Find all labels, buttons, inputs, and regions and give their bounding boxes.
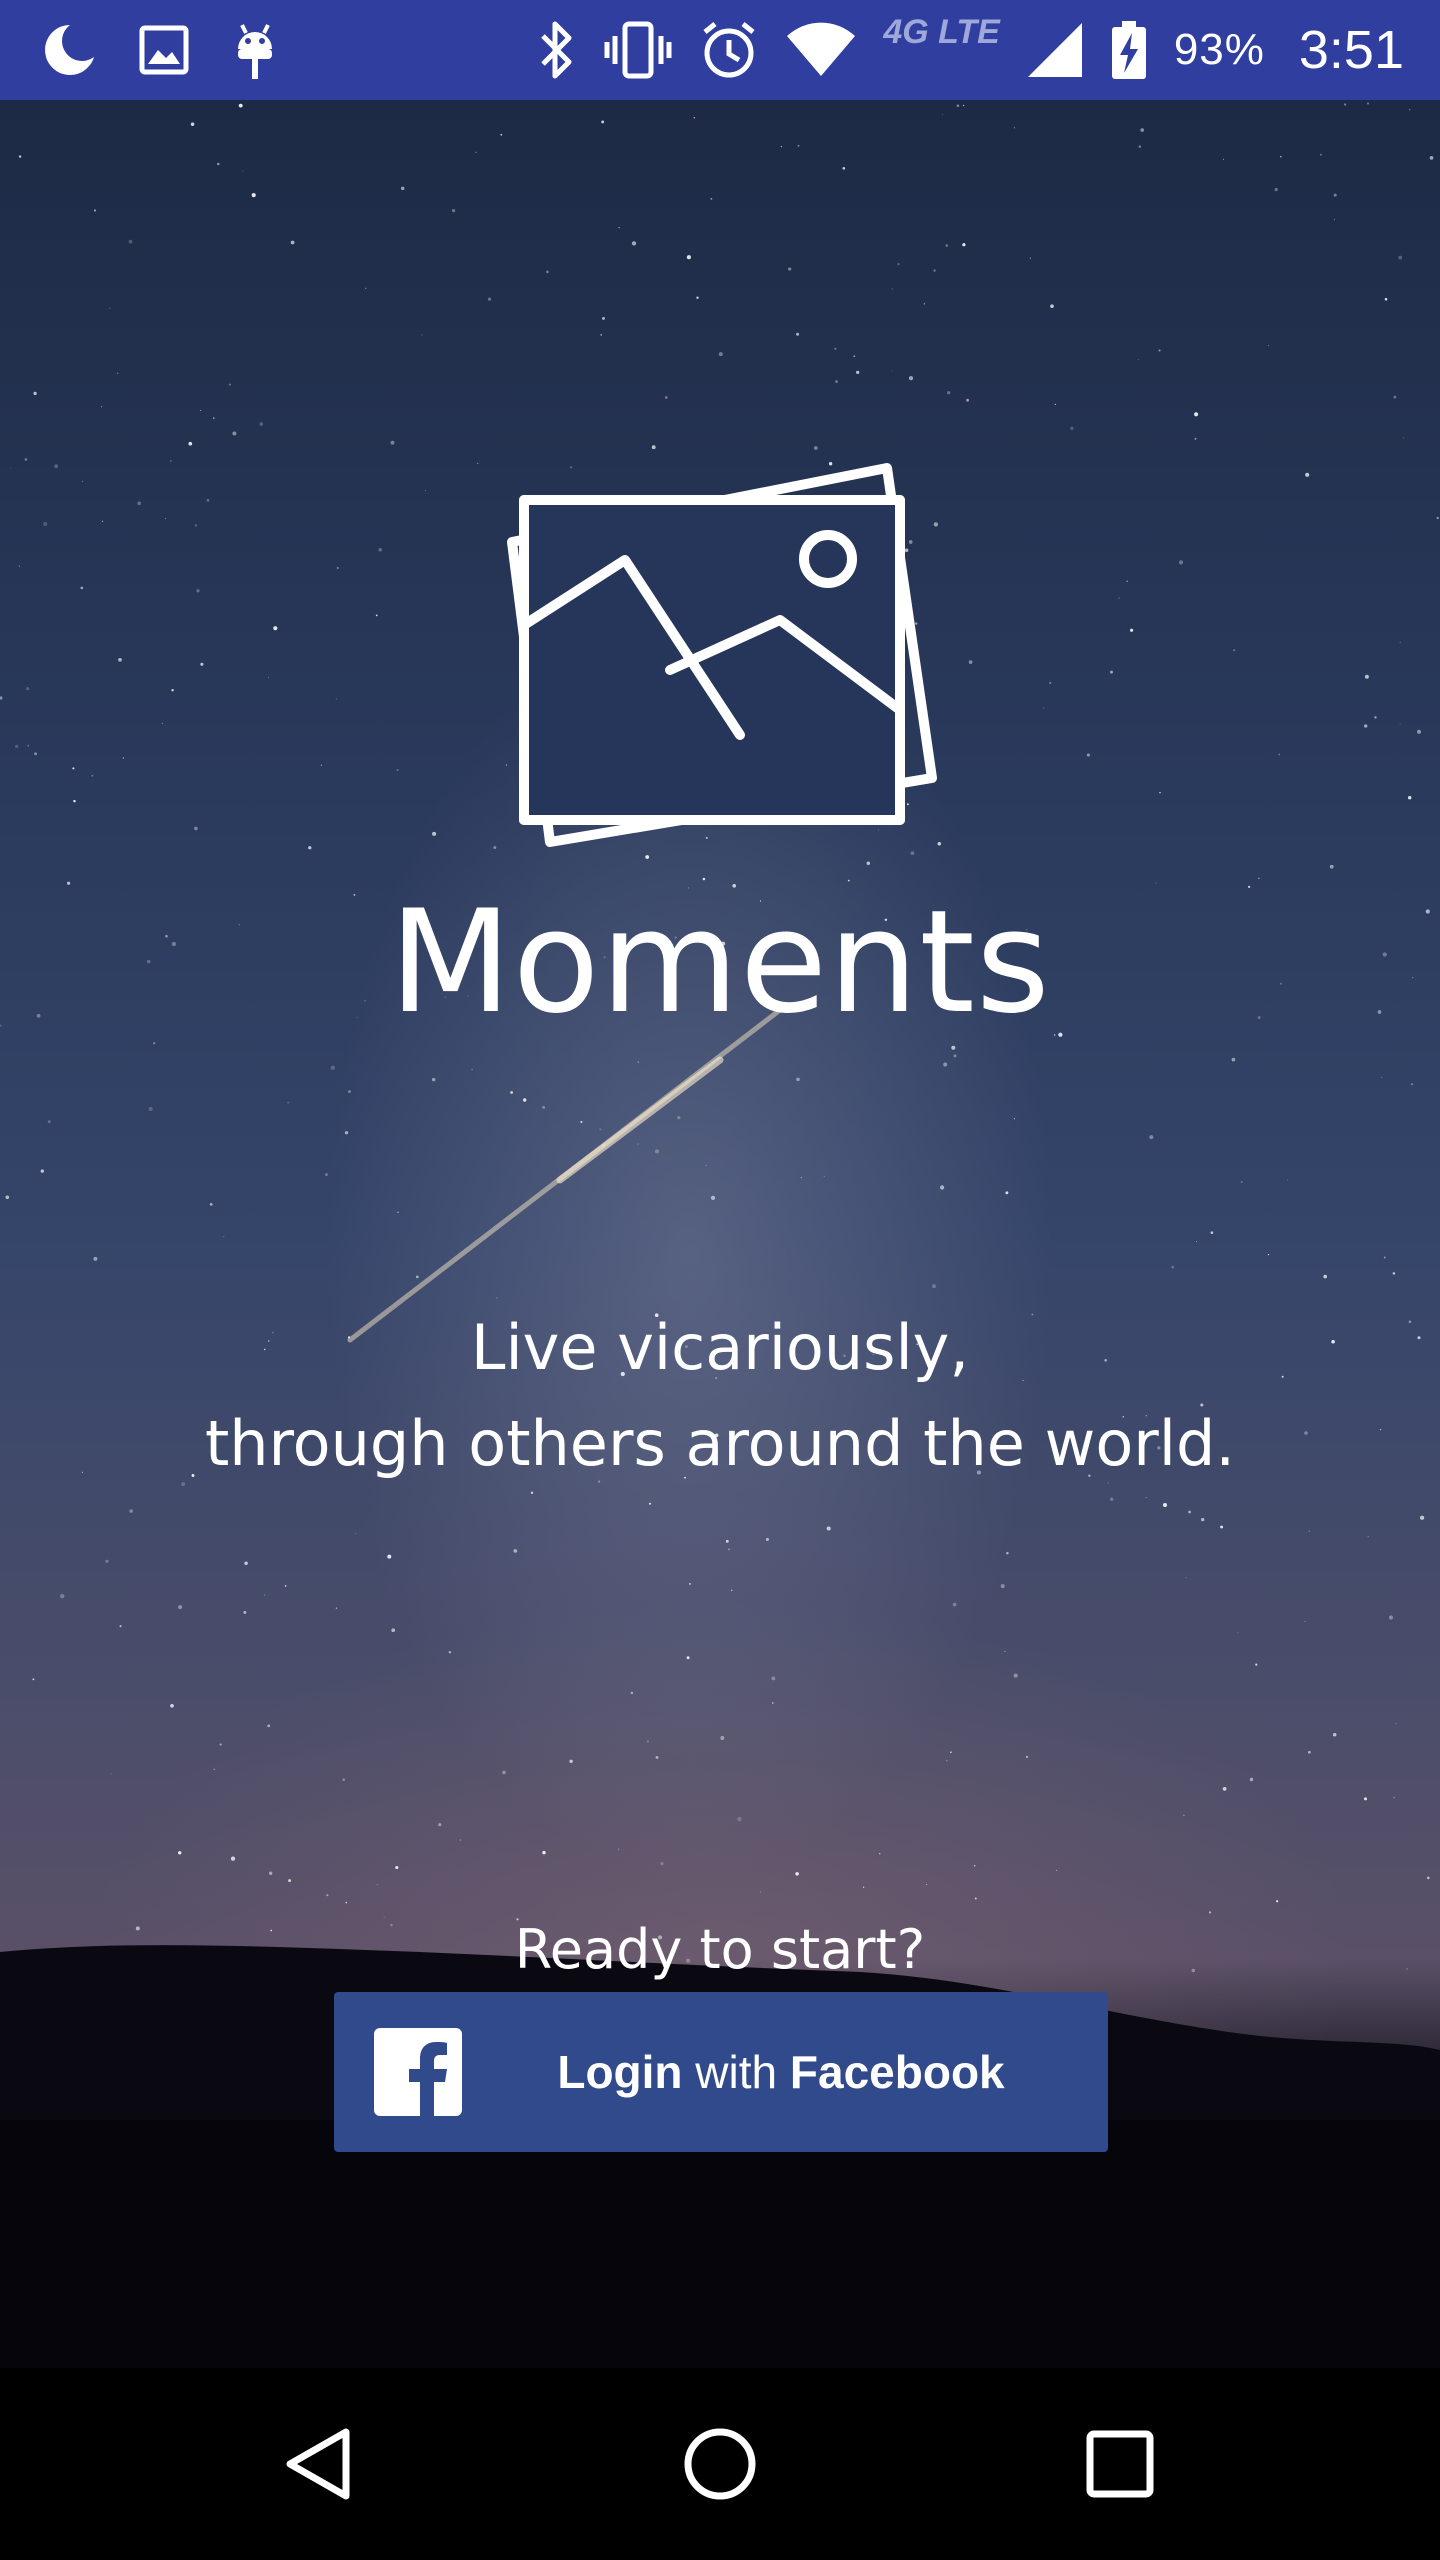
status-bar: 4G LTE 93% 3:51 xyxy=(0,0,1440,100)
login-button-label: Login with Facebook xyxy=(494,1992,1068,2152)
image-notification-icon xyxy=(138,24,190,76)
status-clock: 3:51 xyxy=(1298,20,1404,80)
home-icon[interactable] xyxy=(670,2414,770,2514)
wifi-icon xyxy=(785,22,857,78)
app-screen: 4G LTE 93% 3:51 Moments Live vicariously… xyxy=(0,0,1440,2560)
android-debug-icon xyxy=(230,19,280,81)
vibrate-icon xyxy=(603,20,673,80)
network-type-label: 4G LTE xyxy=(883,12,1000,51)
photos-stack-icon xyxy=(507,463,937,847)
with-word: with xyxy=(682,2046,790,2098)
facebook-icon xyxy=(374,2028,462,2116)
tagline-line-2: through others around the world. xyxy=(204,1407,1236,1480)
login-word: Login xyxy=(557,2046,683,2098)
app-title: Moments xyxy=(389,880,1051,1045)
navigation-bar xyxy=(0,2368,1440,2560)
bluetooth-icon xyxy=(537,20,577,80)
facebook-word: Facebook xyxy=(789,2046,1005,2098)
login-with-facebook-button[interactable]: Login with Facebook xyxy=(334,1992,1108,2152)
back-icon[interactable] xyxy=(270,2414,370,2514)
ready-to-start-text: Ready to start? xyxy=(514,1918,926,1981)
battery-charging-icon xyxy=(1110,19,1148,81)
battery-percent: 93% xyxy=(1173,25,1265,74)
tagline-line-1: Live vicariously, xyxy=(470,1311,970,1384)
signal-icon xyxy=(1026,21,1084,79)
star-field xyxy=(0,102,1439,1998)
tagline: Live vicariously, through others around … xyxy=(0,1300,1440,1492)
moon-icon xyxy=(40,21,98,79)
alarm-icon xyxy=(699,20,759,80)
recents-icon[interactable] xyxy=(1070,2414,1170,2514)
